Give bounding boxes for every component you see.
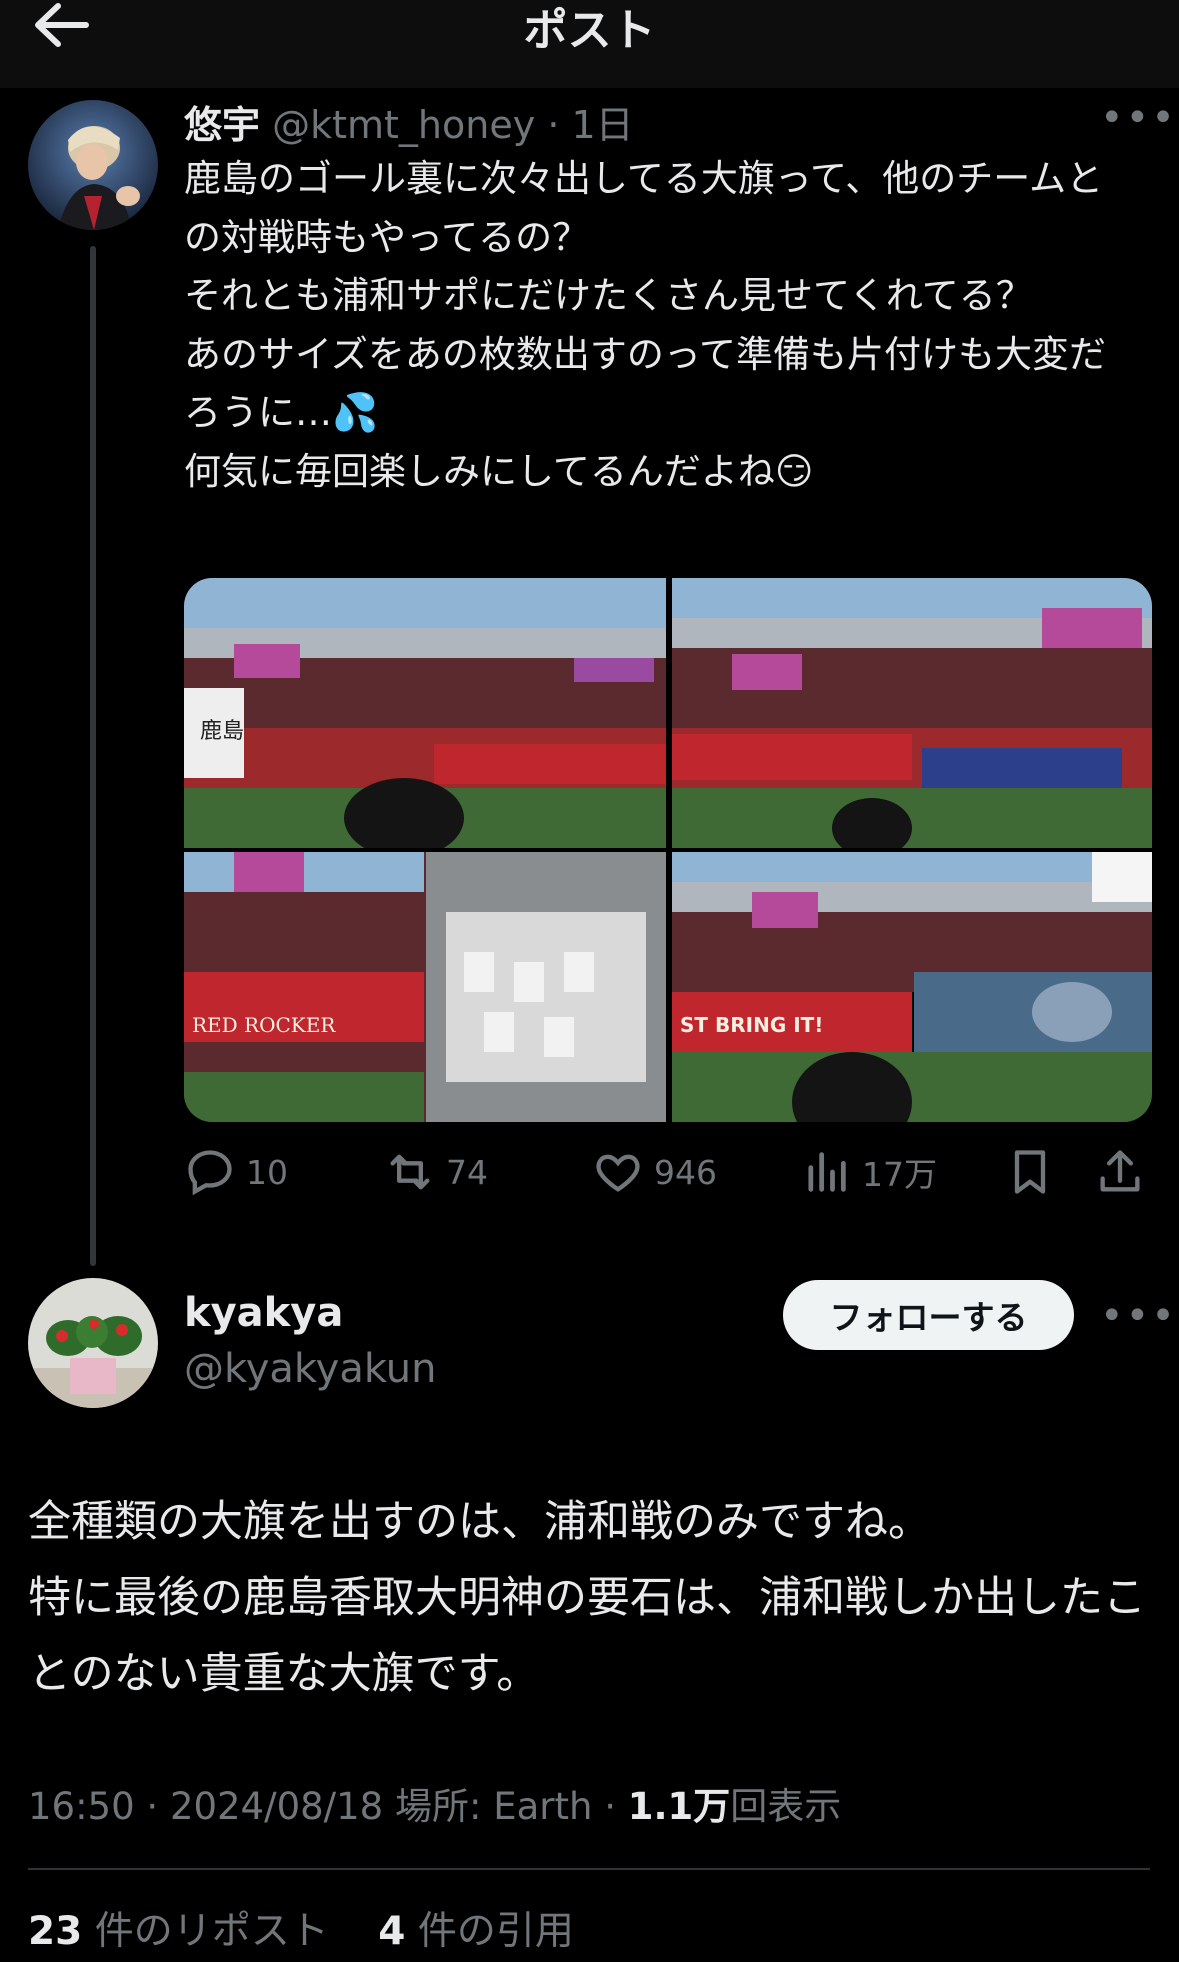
avatar-photo	[28, 1278, 158, 1408]
view-count: 1.1万	[627, 1785, 731, 1828]
photo-4[interactable]: ST BRING IT!	[672, 852, 1152, 1122]
post-text: 鹿島のゴール裏に次々出してる大旗って、他のチームとの対戦時もやってるの？ それと…	[184, 157, 1107, 493]
photo-3[interactable]: RED ROCKER	[184, 852, 666, 1122]
repost-icon	[390, 1154, 430, 1190]
time-ago[interactable]: 1日	[572, 103, 634, 147]
top-bar: ポスト	[0, 0, 1179, 88]
reposts-stat-label: 件のリポスト	[94, 1909, 329, 1954]
avatar[interactable]	[28, 1278, 158, 1408]
handle[interactable]: @ktmt_honey	[272, 103, 535, 147]
view-label: 回表示	[730, 1785, 842, 1828]
banner-text-3: RED ROCKER	[192, 1013, 336, 1037]
post-location: 場所: Earth	[394, 1785, 593, 1828]
repost-count: 74	[446, 1152, 488, 1192]
reply-text: 全種類の大旗を出すのは、浦和戦のみですね。 特に最後の鹿島香取大明神の要石は、浦…	[28, 1497, 1146, 1699]
reposts-stat-count: 23	[28, 1909, 83, 1954]
separator: ·	[547, 103, 560, 147]
divider	[28, 1868, 1150, 1870]
quotes-stat-count: 4	[378, 1909, 406, 1954]
banner-text-4: ST BRING IT!	[680, 1013, 823, 1037]
quotes-stat-label: 件の引用	[417, 1909, 574, 1954]
media-grid[interactable]: 鹿島 RED ROCKER ST BRING IT!	[184, 578, 1152, 1122]
share-button[interactable]	[1094, 1142, 1146, 1202]
views-count: 17万	[862, 1155, 937, 1194]
reply-icon	[188, 1150, 232, 1196]
meta-separator: ·	[604, 1785, 616, 1828]
follow-button[interactable]: フォローする	[783, 1280, 1074, 1350]
engagement-stats: 23 件のリポスト 4 件の引用	[28, 1900, 574, 1956]
post-time[interactable]: 16:50	[28, 1785, 135, 1828]
more-options-icon[interactable]: •••	[1100, 98, 1177, 138]
display-name[interactable]: 悠宇	[184, 103, 260, 147]
thread-line	[90, 246, 96, 1266]
avatar-photo	[28, 100, 158, 230]
reposts-stat[interactable]: 23 件のリポスト	[28, 1909, 329, 1954]
heart-icon	[596, 1154, 640, 1192]
photo-2[interactable]	[672, 578, 1152, 848]
meta-separator: ·	[146, 1785, 159, 1828]
bookmark-button[interactable]	[1004, 1142, 1056, 1202]
reply-display-name[interactable]: kyakya	[184, 1290, 343, 1336]
reply-button[interactable]: 10	[184, 1142, 288, 1202]
photo-1[interactable]: 鹿島	[184, 578, 666, 848]
avatar[interactable]	[28, 100, 158, 230]
more-options-icon[interactable]: •••	[1100, 1296, 1177, 1336]
banner-text-1: 鹿島	[200, 719, 244, 744]
post-header: 悠宇 @ktmt_honey · 1日	[184, 94, 634, 149]
like-button[interactable]: 946	[592, 1142, 717, 1202]
like-count: 946	[654, 1152, 717, 1192]
repost-button[interactable]: 74	[384, 1142, 488, 1202]
post-date[interactable]: 2024/08/18	[170, 1785, 383, 1828]
quotes-stat[interactable]: 4 件の引用	[378, 1909, 574, 1954]
bookmark-icon	[1014, 1150, 1046, 1194]
page-title: ポスト	[523, 5, 656, 56]
post-actions: 10 74 946 17万	[184, 1142, 1152, 1202]
share-icon	[1100, 1150, 1140, 1192]
post-meta: 16:50 · 2024/08/18 場所: Earth · 1.1万回表示	[28, 1776, 841, 1830]
views-icon	[808, 1152, 846, 1192]
reply-handle[interactable]: @kyakyakun	[184, 1346, 436, 1392]
reply-count: 10	[246, 1152, 288, 1192]
views-button[interactable]: 17万	[800, 1142, 937, 1202]
